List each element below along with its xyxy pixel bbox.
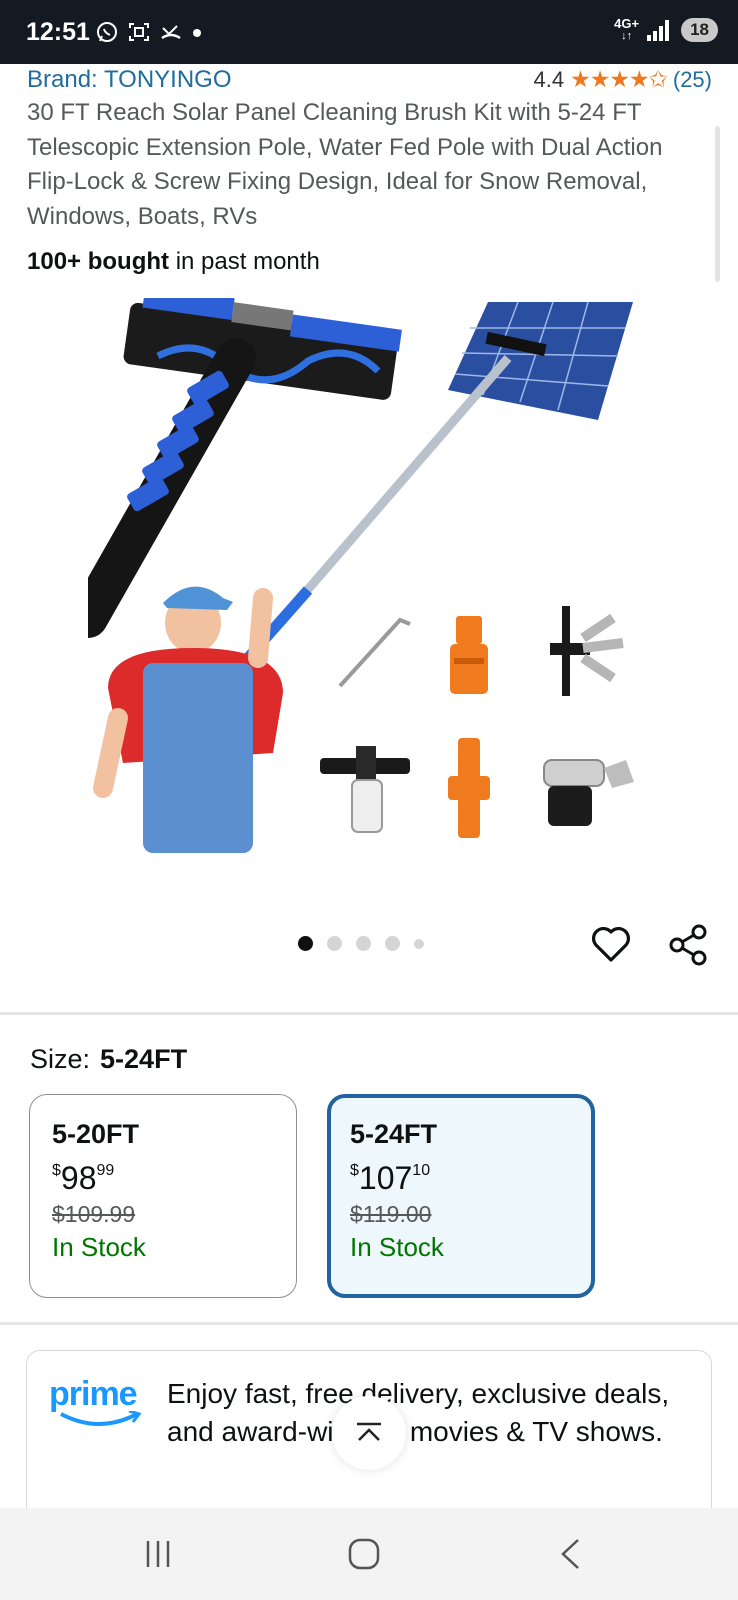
accessory-double-connector <box>448 738 490 838</box>
person-illustration <box>93 586 283 853</box>
accessory-tap-adapter <box>543 759 634 826</box>
product-image[interactable] <box>68 285 648 868</box>
accessory-angle-adapter <box>550 606 624 696</box>
status-time: 12:51 <box>26 18 90 46</box>
accessory-wrench <box>338 617 411 688</box>
system-nav-bar <box>0 1508 738 1600</box>
scroll-to-top-button[interactable] <box>332 1396 406 1470</box>
network-type: 4G+ ↓↑ <box>614 16 640 42</box>
size-option-5-20ft[interactable]: 5-20FT $9899 $109.99 In Stock <box>29 1094 297 1298</box>
home-icon <box>348 1538 380 1570</box>
carousel-dot[interactable] <box>327 936 342 951</box>
recent-apps-icon <box>146 1541 170 1567</box>
chevron-up-icon <box>357 1422 381 1441</box>
product-title: 30 FT Reach Solar Panel Cleaning Brush K… <box>27 99 663 230</box>
status-bar: 12:51 4G+ ↓↑ 18 <box>0 0 738 64</box>
rating-stars-icon: ★★★★✩ <box>570 66 668 92</box>
section-divider <box>0 1012 738 1015</box>
size-option-price: $10710 <box>350 1160 431 1196</box>
size-option-stock: In Stock <box>52 1232 146 1262</box>
size-option-5-24ft[interactable]: 5-24FT $10710 $119.00 In Stock <box>327 1094 595 1298</box>
home-button[interactable] <box>334 1530 394 1578</box>
brush-head-closeup <box>123 285 402 400</box>
solar-panel <box>448 301 633 420</box>
accessory-foam-sprayer <box>320 746 410 833</box>
size-option-stock: In Stock <box>350 1232 444 1262</box>
rating-summary[interactable]: 4.4 ★★★★✩ (25) <box>534 66 712 93</box>
missed-call-icon <box>159 20 183 50</box>
carousel-dot[interactable] <box>414 938 424 949</box>
rating-value: 4.4 <box>533 66 565 92</box>
size-option-price: $9899 <box>52 1160 115 1196</box>
prime-message: Enjoy fast, free delivery, exclusive dea… <box>167 1378 670 1447</box>
carousel-dot[interactable] <box>298 936 313 951</box>
carousel-dot[interactable] <box>385 936 400 951</box>
whatsapp-icon <box>95 20 119 50</box>
scrollbar[interactable] <box>715 126 720 282</box>
size-label: Size: 5-24FT <box>30 1044 188 1074</box>
status-notification-icons <box>95 20 203 50</box>
back-button[interactable] <box>540 1530 600 1578</box>
heart-icon[interactable] <box>590 924 632 964</box>
size-option-list-price: $109.99 <box>52 1201 136 1227</box>
battery-indicator: 18 <box>681 18 718 42</box>
recent-apps-button[interactable] <box>128 1530 188 1578</box>
selected-size: 5-24FT <box>100 1044 188 1074</box>
bought-count: 100+ bought in past month <box>27 248 320 276</box>
review-count[interactable]: (25) <box>673 67 712 93</box>
signal-icon <box>647 19 673 41</box>
prime-logo: prime <box>49 1377 149 1426</box>
brand-link[interactable]: Brand: TONYINGO <box>27 66 232 94</box>
prime-smile-icon <box>60 1409 142 1426</box>
section-divider <box>0 1322 738 1325</box>
bought-count-bold: 100+ bought <box>27 248 170 275</box>
notification-dot-icon <box>191 20 203 50</box>
carousel-indicator[interactable] <box>298 936 424 951</box>
bought-count-rest: in past month <box>175 248 320 275</box>
share-icon[interactable] <box>668 924 708 966</box>
size-option-name: 5-24FT <box>350 1119 438 1149</box>
back-icon <box>561 1539 579 1569</box>
size-option-name: 5-20FT <box>52 1119 140 1149</box>
carousel-dot[interactable] <box>356 936 371 951</box>
screenshot-icon <box>127 20 151 50</box>
size-option-list-price: $119.00 <box>350 1201 432 1227</box>
accessory-orange-connector <box>450 616 488 694</box>
